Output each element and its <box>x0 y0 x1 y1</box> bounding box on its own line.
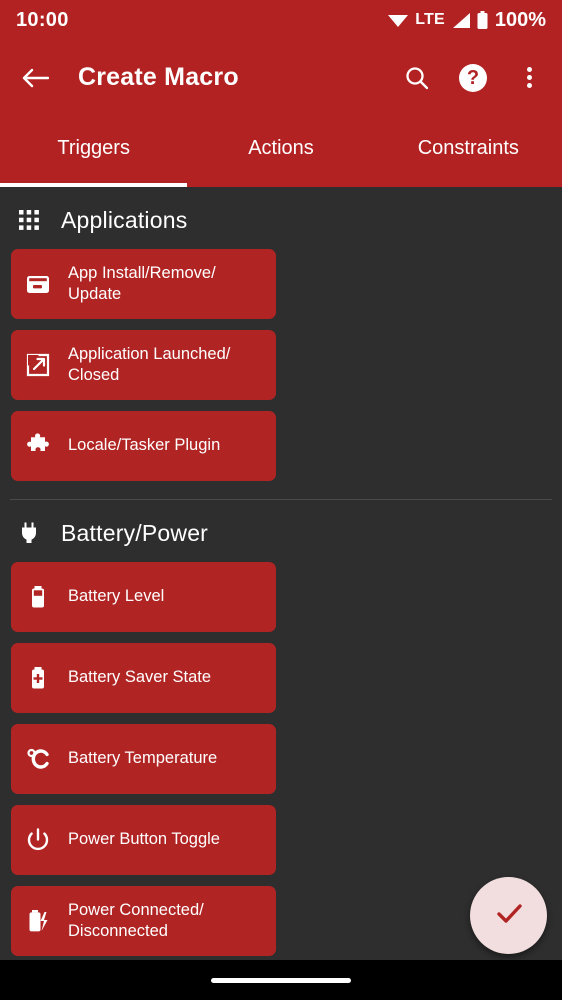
battery-percent-label: 100% <box>494 8 546 31</box>
card-label: App Install/Remove/Update <box>68 263 216 303</box>
trigger-card-application-launched[interactable]: Application Launched/Closed <box>11 330 276 400</box>
card-label: Locale/Tasker Plugin <box>68 436 221 455</box>
status-bar-clock: 10:00 <box>16 8 69 31</box>
check-icon <box>492 896 526 935</box>
page-title: Create Macro <box>78 63 239 91</box>
trigger-list[interactable]: Applications App Install/Remove/Update A… <box>0 187 562 1000</box>
puzzle-piece-icon <box>23 431 53 461</box>
trigger-card-battery-level[interactable]: Battery Level <box>11 562 276 632</box>
battery-icon <box>23 582 53 612</box>
power-icon <box>23 825 53 855</box>
battery-plus-icon <box>23 663 53 693</box>
trigger-card-locale-tasker-plugin[interactable]: Locale/Tasker Plugin <box>11 411 276 481</box>
battery-charging-icon <box>23 906 53 936</box>
tab-triggers[interactable]: Triggers <box>0 115 187 187</box>
card-label: Power Button Toggle <box>68 830 220 849</box>
power-plug-icon <box>14 518 44 548</box>
section-applications: Applications App Install/Remove/Update A… <box>0 187 562 500</box>
overflow-menu-icon[interactable] <box>514 63 544 93</box>
trigger-card-power-connected[interactable]: Power Connected/Disconnected <box>11 886 276 956</box>
section-title: Battery/Power <box>61 519 209 546</box>
trigger-card-power-button-toggle[interactable]: Power Button Toggle <box>11 805 276 875</box>
card-label: Power Connected/Disconnected <box>68 900 204 940</box>
card-label: Battery Level <box>68 587 165 606</box>
search-icon[interactable] <box>402 63 432 93</box>
trigger-card-battery-temperature[interactable]: Battery Temperature <box>11 724 276 794</box>
app-screen: 10:00 LTE 100% Create Macro ? Triggers A… <box>0 0 562 1000</box>
wifi-icon <box>388 13 409 27</box>
back-arrow-icon[interactable] <box>18 61 52 95</box>
celsius-icon <box>23 744 53 774</box>
card-label: Application Launched/Closed <box>68 344 231 384</box>
open-in-new-icon <box>23 350 53 380</box>
trigger-card-battery-saver-state[interactable]: Battery Saver State <box>11 643 276 713</box>
tab-actions[interactable]: Actions <box>187 115 374 187</box>
card-label: Battery Saver State <box>68 668 212 687</box>
apps-grid-icon <box>14 205 44 235</box>
help-glyph: ? <box>459 63 487 92</box>
system-nav-bar <box>0 960 562 1000</box>
tab-bar: Triggers Actions Constraints <box>0 115 562 187</box>
status-bar-indicators: LTE 100% <box>388 9 546 32</box>
confirm-fab-button[interactable] <box>470 877 547 954</box>
card-label: Battery Temperature <box>68 749 218 768</box>
section-card-grid: App Install/Remove/Update Application La… <box>0 249 562 481</box>
tab-constraints[interactable]: Constraints <box>375 115 562 187</box>
home-indicator[interactable] <box>211 977 351 983</box>
status-bar: 10:00 LTE 100% <box>0 0 562 40</box>
package-icon <box>23 269 53 299</box>
help-icon[interactable]: ? <box>458 63 488 93</box>
section-header: Battery/Power <box>0 500 562 562</box>
section-title: Applications <box>61 206 188 233</box>
trigger-card-app-install[interactable]: App Install/Remove/Update <box>11 249 276 319</box>
app-bar: Create Macro ? <box>0 40 562 115</box>
network-type-label: LTE <box>415 11 445 28</box>
battery-icon <box>477 11 488 29</box>
section-header: Applications <box>0 187 562 249</box>
signal-icon <box>452 12 470 28</box>
app-bar-actions: ? <box>402 63 544 93</box>
